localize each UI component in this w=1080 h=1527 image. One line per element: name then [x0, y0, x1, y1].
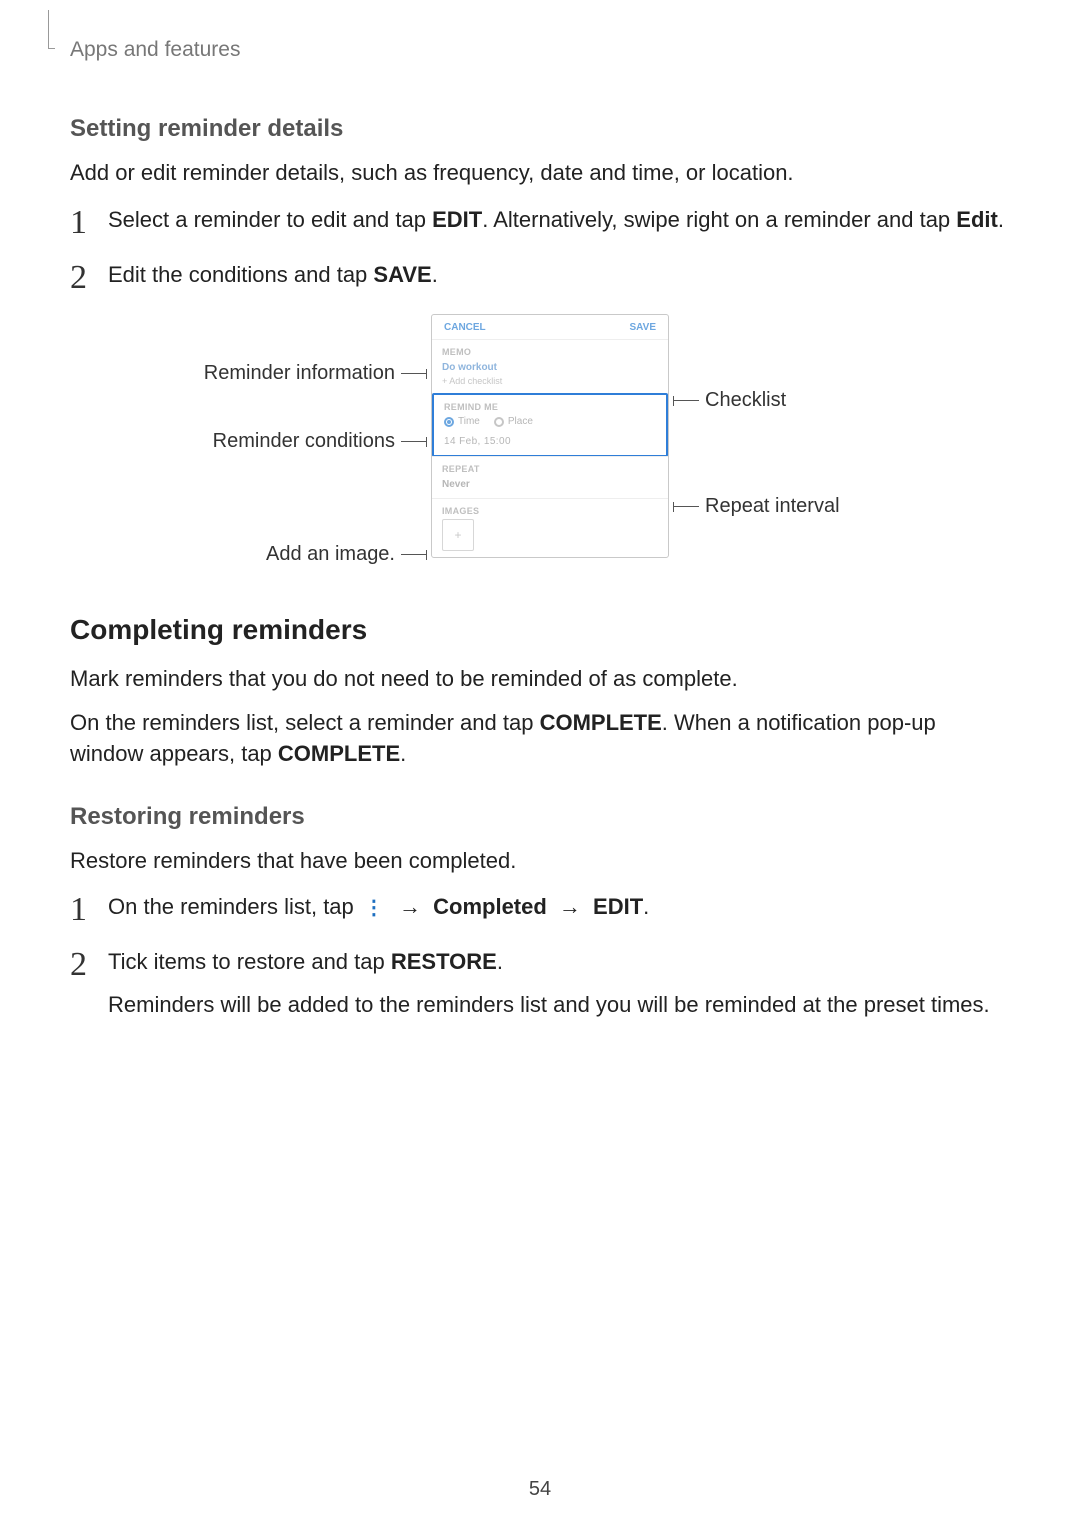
- radio-label: Place: [508, 415, 533, 429]
- phone-images-label: IMAGES: [442, 505, 658, 518]
- phone-conditions-section: REMIND ME Time Place 14 Feb, 15:00: [432, 393, 668, 458]
- arrow-sep: →: [547, 894, 593, 919]
- corner-mark: [48, 10, 49, 49]
- page-number: 54: [0, 1475, 1080, 1503]
- callout-label: Reminder conditions: [213, 427, 395, 455]
- ui-edit: Edit: [956, 207, 998, 232]
- text: On the reminders list, select a reminder…: [70, 710, 540, 735]
- callout-label: Checklist: [705, 386, 786, 414]
- callout-line: [401, 554, 427, 555]
- callout-line: [401, 441, 427, 442]
- step-1: Select a reminder to edit and tap EDIT. …: [70, 205, 1010, 236]
- page: Apps and features Setting reminder detai…: [0, 0, 1080, 1527]
- figure-right-callouts: Checklist Repeat interval: [673, 314, 903, 516]
- callout-line: [673, 400, 699, 401]
- phone-memo-title: Do workout: [442, 361, 658, 375]
- phone-topbar: CANCEL SAVE: [432, 315, 668, 339]
- callout-repeat-interval: Repeat interval: [673, 496, 840, 516]
- phone-repeat-section: REPEAT Never: [432, 456, 668, 498]
- step-2-followup: Reminders will be added to the reminders…: [108, 990, 1010, 1021]
- running-head: Apps and features: [70, 35, 1010, 64]
- step-text: .: [643, 894, 649, 919]
- figure-reminder-editor: Reminder information Reminder conditions…: [70, 314, 1010, 564]
- step-text: Edit the conditions and tap: [108, 262, 373, 287]
- callout-label: Add an image.: [266, 540, 395, 568]
- step-text: . Alternatively, swipe right on a remind…: [482, 207, 956, 232]
- phone-radio-place: Place: [494, 415, 533, 429]
- p-restoring-1: Restore reminders that have been complet…: [70, 846, 1010, 877]
- step-text: .: [432, 262, 438, 287]
- callout-reminder-information: Reminder information: [204, 363, 427, 383]
- intro-setting-reminder-details: Add or edit reminder details, such as fr…: [70, 158, 1010, 189]
- step-text: On the reminders list, tap: [108, 894, 360, 919]
- callout-label: Repeat interval: [705, 492, 840, 520]
- ui-save: SAVE: [373, 262, 431, 287]
- heading-restoring-reminders: Restoring reminders: [70, 800, 1010, 834]
- phone-mock: CANCEL SAVE MEMO Do workout + Add checkl…: [431, 314, 669, 558]
- callout-checklist: Checklist: [673, 390, 786, 410]
- phone-date: 14 Feb, 15:00: [444, 435, 656, 449]
- phone-memo-section: MEMO Do workout + Add checklist: [432, 339, 668, 393]
- phone-cond-label: REMIND ME: [444, 401, 656, 414]
- text: .: [400, 741, 406, 766]
- callout-reminder-conditions: Reminder conditions: [213, 431, 427, 451]
- p-completing-2: On the reminders list, select a reminder…: [70, 708, 1010, 770]
- phone-radio-time: Time: [444, 415, 480, 429]
- ui-restore: RESTORE: [391, 949, 497, 974]
- phone-repeat-value: Never: [442, 478, 658, 492]
- steps-setting-reminder-details: Select a reminder to edit and tap EDIT. …: [70, 205, 1010, 291]
- phone-radio-row: Time Place: [444, 415, 656, 429]
- figure-left-callouts: Reminder information Reminder conditions…: [177, 314, 427, 564]
- callout-add-image: Add an image.: [266, 544, 427, 564]
- ui-completed: Completed: [433, 894, 547, 919]
- ui-complete: COMPLETE: [278, 741, 400, 766]
- ui-edit-caps: EDIT: [593, 894, 643, 919]
- step-text: Select a reminder to edit and tap: [108, 207, 432, 232]
- phone-images-section: IMAGES +: [432, 498, 668, 558]
- phone-repeat-label: REPEAT: [442, 463, 658, 476]
- phone-add-image-box: +: [442, 519, 474, 551]
- step-text: .: [998, 207, 1004, 232]
- phone-memo-label: MEMO: [442, 346, 658, 359]
- phone-memo-checklist: + Add checklist: [442, 375, 658, 388]
- callout-line: [673, 506, 699, 507]
- ui-complete: COMPLETE: [540, 710, 662, 735]
- step-text: Tick items to restore and tap: [108, 949, 391, 974]
- step-2: Edit the conditions and tap SAVE.: [70, 260, 1010, 291]
- ui-edit-caps: EDIT: [432, 207, 482, 232]
- callout-label: Reminder information: [204, 359, 395, 387]
- step-1: On the reminders list, tap ⋮ → Completed…: [70, 892, 1010, 923]
- radio-label: Time: [458, 415, 480, 429]
- phone-cancel: CANCEL: [444, 321, 486, 335]
- step-2: Tick items to restore and tap RESTORE. R…: [70, 947, 1010, 1021]
- more-options-icon: ⋮: [360, 898, 387, 918]
- phone-save: SAVE: [630, 321, 657, 335]
- p-completing-1: Mark reminders that you do not need to b…: [70, 664, 1010, 695]
- steps-restoring: On the reminders list, tap ⋮ → Completed…: [70, 892, 1010, 1020]
- heading-setting-reminder-details: Setting reminder details: [70, 112, 1010, 146]
- heading-completing-reminders: Completing reminders: [70, 610, 1010, 649]
- callout-line: [401, 373, 427, 374]
- arrow-sep: →: [387, 894, 433, 919]
- step-text: .: [497, 949, 503, 974]
